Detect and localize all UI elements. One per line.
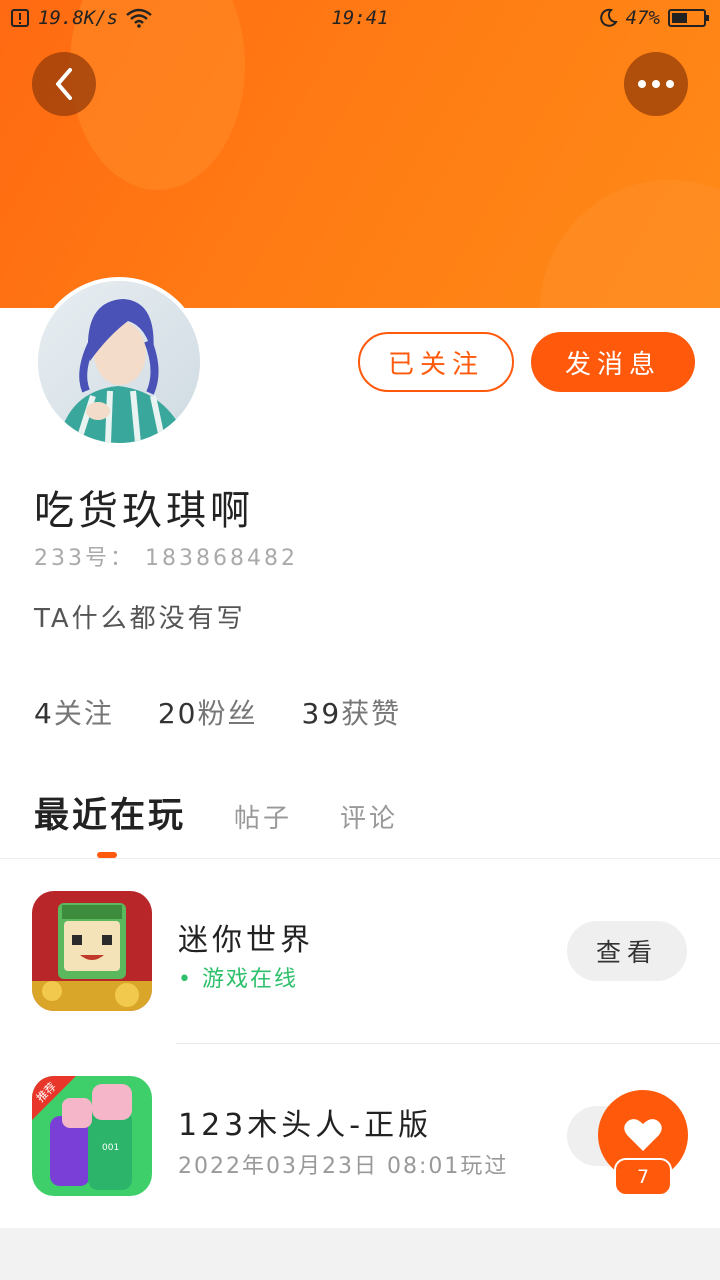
stat-likes: 39获赞 — [302, 692, 402, 732]
like-count: 7 — [614, 1158, 672, 1196]
header-background — [0, 0, 720, 308]
followed-button[interactable]: 已关注 — [358, 332, 514, 392]
stat-label: 获赞 — [341, 697, 402, 730]
user-bio: TA什么都没有写 — [34, 604, 246, 634]
tab-comments[interactable]: 评论 — [340, 798, 398, 835]
more-button[interactable] — [624, 52, 688, 116]
tab-recently-played[interactable]: 最近在玩 — [34, 787, 186, 838]
list-item[interactable]: 迷你世界 • 游戏在线 查看 — [0, 875, 720, 1025]
game-status-text: 游戏在线 — [201, 967, 298, 992]
chevron-left-icon — [56, 68, 72, 100]
avatar[interactable] — [34, 277, 204, 447]
stat-label: 关注 — [53, 697, 114, 730]
moon-icon — [599, 8, 618, 27]
heart-icon — [624, 1119, 662, 1151]
status-bar: 19.8K/s 19:41 47% — [0, 0, 720, 38]
stat-number: 39 — [301, 697, 342, 730]
battery-percent: 47% — [625, 7, 660, 29]
tab-posts[interactable]: 帖子 — [234, 798, 292, 835]
stat-label: 粉丝 — [197, 697, 258, 730]
profile-stats: 4关注 20粉丝 39获赞 — [34, 692, 401, 732]
battery-icon — [668, 9, 709, 27]
game-icon-mini-world — [32, 891, 152, 1011]
user-id: 233号： 183868482 — [34, 546, 298, 571]
game-name: 迷你世界 — [178, 923, 314, 958]
more-horizontal-icon — [638, 80, 674, 88]
game-status: • 游戏在线 — [178, 961, 298, 993]
stat-number: 4 — [34, 697, 54, 730]
online-dot-icon: • — [178, 967, 202, 992]
stat-followers[interactable]: 20粉丝 — [158, 692, 258, 732]
view-game-button[interactable]: 查看 — [567, 921, 687, 981]
username: 吃货玖琪啊 — [34, 488, 254, 534]
content-tabs: 最近在玩 帖子 评论 — [34, 787, 446, 838]
row-divider — [176, 1043, 720, 1044]
tabs-divider — [0, 858, 720, 859]
send-message-button[interactable]: 发消息 — [531, 332, 695, 392]
stat-number: 20 — [157, 697, 198, 730]
game-icon-wooden-man: 001 推荐 — [32, 1076, 152, 1196]
back-button[interactable] — [32, 52, 96, 116]
last-played-time: 2022年03月23日 08:01玩过 — [178, 1154, 509, 1179]
jersey-number: 001 — [102, 1143, 119, 1153]
game-name: 123木头人-正版 — [178, 1108, 433, 1143]
stat-following[interactable]: 4关注 — [34, 692, 114, 732]
